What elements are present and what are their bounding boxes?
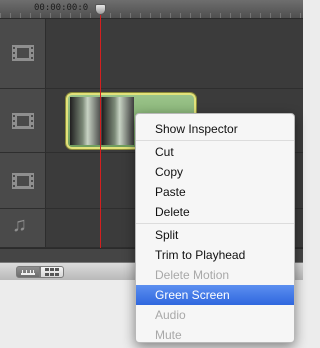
- menu-item-delete-motion: Delete Motion: [155, 268, 230, 282]
- time-ruler[interactable]: 00:00:00:0: [0, 0, 303, 19]
- film-strip-icon: [12, 45, 34, 61]
- menu-item-show-inspector[interactable]: Show Inspector: [136, 119, 294, 139]
- menu-item-delete[interactable]: Delete: [136, 202, 294, 222]
- menu-item-trim-to-playhead[interactable]: Trim to Playhead: [136, 245, 294, 265]
- playhead-handle[interactable]: [95, 4, 106, 15]
- video-track-1[interactable]: [0, 19, 303, 89]
- clip-thumbnail-frame: [70, 97, 102, 145]
- menu-item-paste[interactable]: Paste: [136, 182, 294, 202]
- timeline-view-button[interactable]: [16, 266, 40, 278]
- menu-item-mute: Mute: [155, 328, 182, 342]
- music-note-icon: ♫: [12, 214, 27, 236]
- context-menu: Show Inspector Cut Copy Paste Delete Spl…: [135, 113, 295, 343]
- playhead-line[interactable]: [100, 12, 101, 248]
- timeline-view-icon: [21, 270, 35, 275]
- menu-item-cut[interactable]: Cut: [136, 142, 294, 162]
- menu-separator: [136, 140, 294, 141]
- clip-view-button[interactable]: [40, 266, 64, 278]
- menu-item-copy[interactable]: Copy: [136, 162, 294, 182]
- timecode-label: 00:00:00:0: [34, 3, 89, 13]
- grid-view-icon: [45, 268, 59, 276]
- film-strip-icon: [12, 173, 34, 189]
- menu-item-green-screen[interactable]: Green Screen: [136, 285, 294, 305]
- menu-item-split[interactable]: Split: [136, 225, 294, 245]
- film-strip-icon: [12, 113, 34, 129]
- menu-item-audio: Audio: [155, 308, 186, 322]
- ruler-ticks: [0, 13, 303, 18]
- clip-thumbnail-frame: [102, 97, 134, 145]
- menu-separator: [136, 223, 294, 224]
